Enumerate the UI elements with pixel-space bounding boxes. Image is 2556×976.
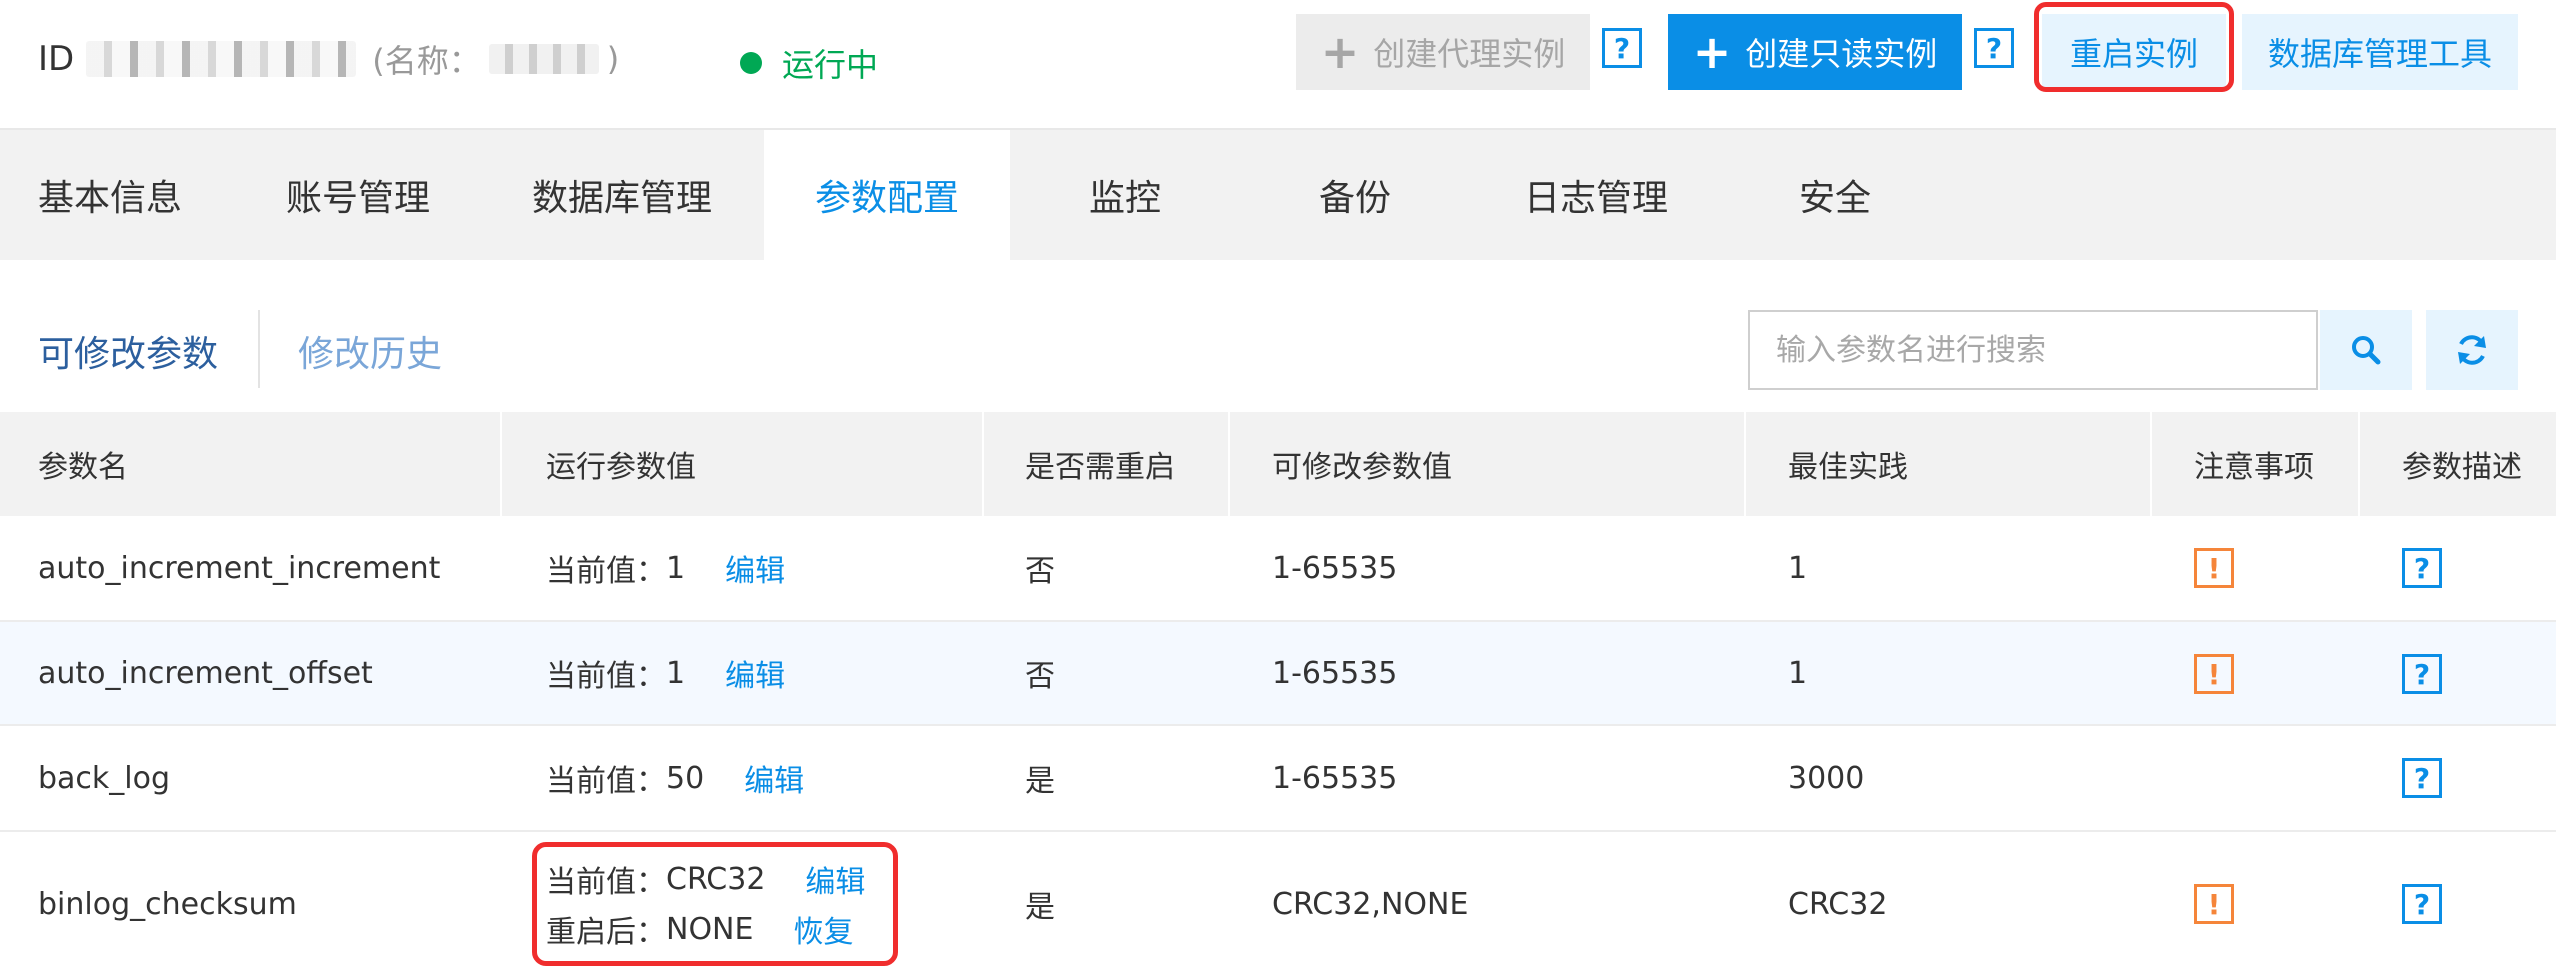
proxy-help-icon[interactable]: ? [1602,28,1642,68]
table-row: auto_increment_offset 当前值： 1 编辑 否 1-6553… [0,622,2556,726]
tab-backup[interactable]: 备份 [1260,130,1450,260]
param-search-input[interactable] [1748,310,2318,390]
col-divider [1228,412,1230,516]
create-readonly-label: 创建只读实例 [1745,35,1938,73]
current-value: 50 [666,760,705,796]
tab-basic-info[interactable]: 基本信息 [0,130,220,260]
col-divider [2358,412,2360,516]
col-param-name: 参数名 [38,450,128,485]
main-tabs: 基本信息 账号管理 数据库管理 参数配置 监控 备份 日志管理 安全 [0,130,2556,260]
param-name: auto_increment_offset [38,655,373,691]
create-proxy-button[interactable]: + 创建代理实例 [1296,14,1590,90]
col-divider [2150,412,2152,516]
tab-monitoring[interactable]: 监控 [1030,130,1220,260]
readonly-help-icon[interactable]: ? [1974,28,2014,68]
description-help-icon[interactable]: ? [2402,884,2442,924]
running-value: 当前值： 50 编辑 [546,726,804,830]
table-header: 参数名 运行参数值 是否需重启 可修改参数值 最佳实践 注意事项 参数描述 [0,412,2556,516]
current-prefix: 当前值： [546,659,666,694]
need-restart: 否 [1025,659,1055,694]
plus-icon: + [1320,25,1360,79]
name-suffix: ) [606,40,620,78]
table-row: auto_increment_increment 当前值： 1 编辑 否 1-6… [0,516,2556,622]
edit-link[interactable]: 编辑 [744,756,804,800]
search-icon [2352,336,2381,365]
status-badge: 运行中 [740,40,878,86]
description-help-icon[interactable]: ? [2402,758,2442,798]
param-name: auto_increment_increment [38,550,441,586]
status-text: 运行中 [782,46,879,84]
warning-icon[interactable]: ! [2194,548,2234,588]
editable-range: 1-65535 [1272,550,1398,586]
refresh-icon [2458,335,2486,365]
col-notes: 注意事项 [2194,450,2314,485]
best-practice: 3000 [1788,760,1865,796]
editable-range: CRC32,NONE [1272,886,1469,922]
refresh-button[interactable] [2426,310,2518,390]
status-dot-icon [740,52,762,74]
subtab-history[interactable]: 修改历史 [298,325,442,377]
create-readonly-button[interactable]: + 创建只读实例 [1668,14,1962,90]
search-button[interactable] [2320,310,2412,390]
subtab-divider [258,310,260,388]
redacted-name [488,44,599,74]
editable-range: 1-65535 [1272,655,1398,691]
current-value: 1 [666,550,686,586]
redacted-id [86,41,357,77]
col-need-restart: 是否需重启 [1025,450,1175,485]
instance-id: ID (名称： ) [38,34,619,84]
best-practice: CRC32 [1788,886,1888,922]
col-description: 参数描述 [2402,450,2522,485]
warning-icon[interactable]: ! [2194,884,2234,924]
param-name: binlog_checksum [38,886,297,922]
subtab-editable-params[interactable]: 可修改参数 [38,325,218,377]
restart-highlight-box [2034,2,2234,92]
table-row: binlog_checksum 当前值： CRC32 编辑 重启后： NONE … [0,832,2556,976]
running-value: 当前值： 1 编辑 [546,622,785,724]
plus-icon: + [1692,25,1732,79]
edit-link[interactable]: 编辑 [725,651,785,695]
tab-accounts[interactable]: 账号管理 [248,130,468,260]
need-restart: 是 [1025,890,1055,925]
need-restart: 否 [1025,554,1055,589]
running-value: 当前值： 1 编辑 [546,516,785,620]
tab-parameters[interactable]: 参数配置 [764,130,1010,260]
best-practice: 1 [1788,550,1808,586]
tab-logs[interactable]: 日志管理 [1478,130,1714,260]
param-name: back_log [38,760,171,796]
col-editable-range: 可修改参数值 [1272,450,1452,485]
need-restart: 是 [1025,764,1055,799]
col-divider [982,412,984,516]
warning-icon[interactable]: ! [2194,654,2234,694]
tab-databases[interactable]: 数据库管理 [500,130,744,260]
description-help-icon[interactable]: ? [2402,548,2442,588]
col-divider [500,412,502,516]
db-manage-tool-button[interactable]: 数据库管理工具 [2242,14,2518,90]
binlog-value-highlight-box [532,842,898,966]
table-row: back_log 当前值： 50 编辑 是 1-65535 3000 ? [0,726,2556,832]
editable-range: 1-65535 [1272,760,1398,796]
tab-security[interactable]: 安全 [1740,130,1930,260]
col-best-practice: 最佳实践 [1788,450,1908,485]
current-prefix: 当前值： [546,554,666,589]
create-proxy-label: 创建代理实例 [1373,35,1566,73]
edit-link[interactable]: 编辑 [725,546,785,590]
instance-header: ID (名称： ) 运行中 + 创建代理实例 ? + 创建只读实例 ? 重启实例… [0,0,2556,130]
current-value: 1 [666,655,686,691]
name-prefix: (名称： [372,42,481,80]
instance-name: (名称： ) [372,36,619,82]
description-help-icon[interactable]: ? [2402,654,2442,694]
current-prefix: 当前值： [546,764,666,799]
col-running-value: 运行参数值 [546,450,696,485]
best-practice: 1 [1788,655,1808,691]
col-divider [1744,412,1746,516]
id-label: ID [38,39,75,79]
